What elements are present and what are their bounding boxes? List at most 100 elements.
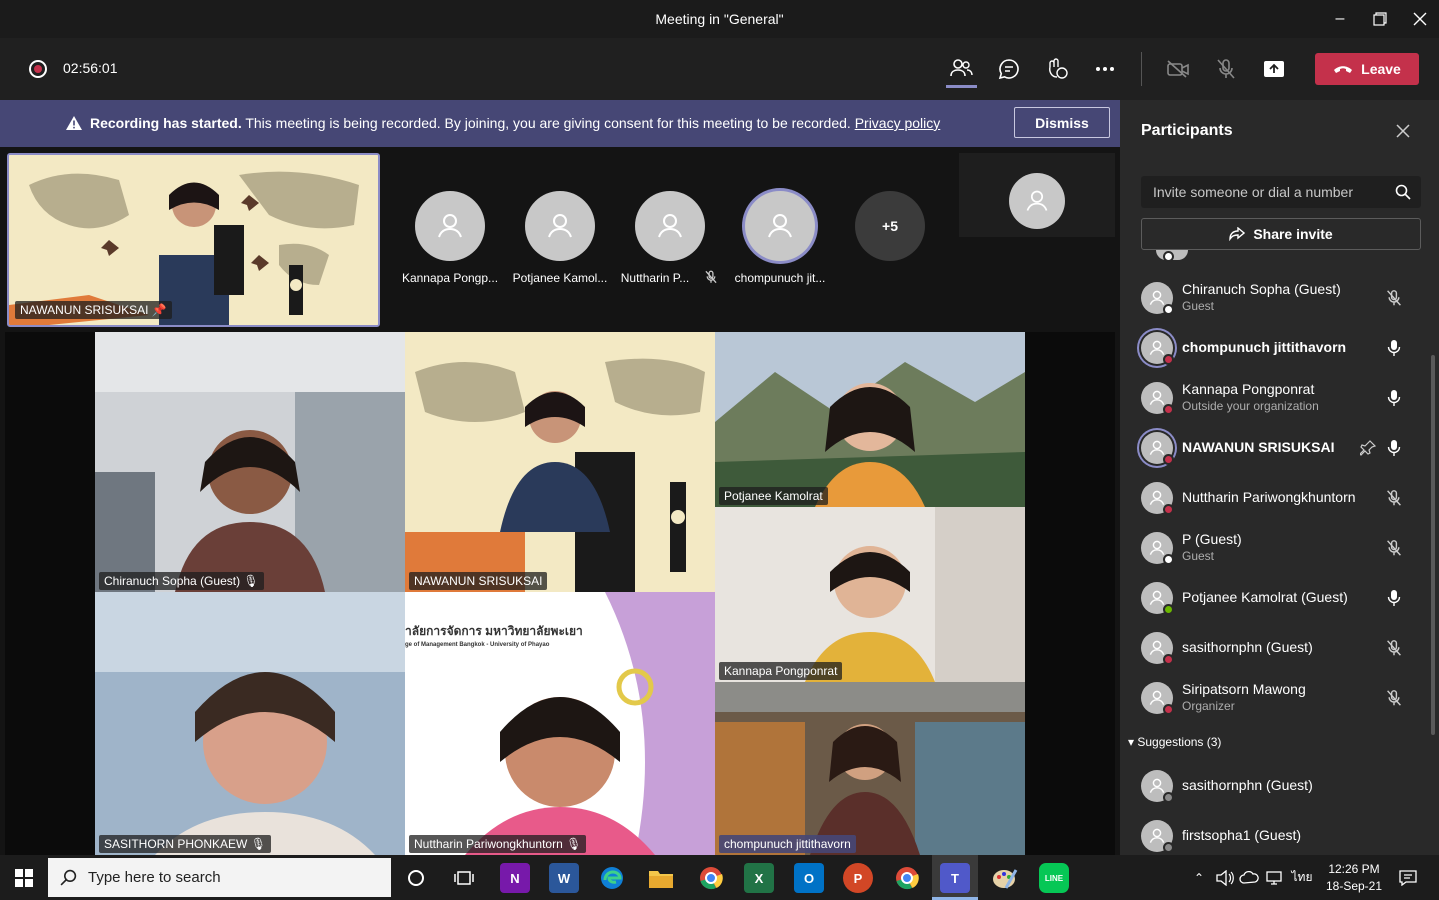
panel-scrollbar[interactable] <box>1431 355 1435 735</box>
network-icon[interactable] <box>1263 855 1285 900</box>
tile-name: chompunuch jittithavorn <box>724 837 851 851</box>
participant-row[interactable]: Kannapa Pongponrat Outside your organizat… <box>1120 376 1420 420</box>
restore-icon[interactable] <box>1360 0 1400 38</box>
panel-title: Participants <box>1141 122 1233 139</box>
mic-icon[interactable] <box>1384 438 1404 458</box>
teams-icon[interactable]: T <box>940 863 970 893</box>
participant-avatar[interactable] <box>525 191 595 261</box>
participant-avatar[interactable] <box>415 191 485 261</box>
video-tile[interactable]: NAWANUN SRISUKSAI <box>405 332 715 592</box>
clock[interactable]: 12:26 PM 18-Sep-21 <box>1318 861 1390 895</box>
leave-button[interactable]: Leave <box>1315 53 1419 85</box>
video-feed <box>715 332 1025 507</box>
privacy-policy-link[interactable]: Privacy policy <box>855 115 941 131</box>
paint-icon[interactable] <box>990 863 1020 893</box>
participant-row[interactable]: chompunuch jittithavorn <box>1120 326 1420 370</box>
video-grid: Chiranuch Sopha (Guest) 🎙 SASITHORN PHON… <box>5 332 1115 855</box>
participant-row[interactable]: sasithornphn (Guest) <box>1120 626 1420 670</box>
onedrive-icon[interactable] <box>1238 855 1260 900</box>
reactions-icon[interactable] <box>1042 54 1072 84</box>
person-icon <box>658 214 682 238</box>
participant-row[interactable]: NAWANUN SRISUKSAI <box>1120 426 1420 470</box>
mic-off-icon[interactable] <box>1211 54 1241 84</box>
mic-muted-icon[interactable] <box>1384 638 1404 658</box>
tile-banner-en: ge of Management Bangkok - University of… <box>405 642 550 648</box>
camera-off-icon[interactable] <box>1163 54 1193 84</box>
presence-dot <box>1163 454 1174 465</box>
video-tile[interactable]: SASITHORN PHONKAEW 🎙 <box>95 592 405 855</box>
presence-dot <box>1163 554 1174 565</box>
participant-row[interactable]: Potjanee Kamolrat (Guest) <box>1120 576 1420 620</box>
video-feed <box>95 332 405 592</box>
self-avatar <box>1009 173 1065 229</box>
presence-dot <box>1163 504 1174 515</box>
mic-icon[interactable] <box>1384 388 1404 408</box>
mic-icon[interactable] <box>1384 588 1404 608</box>
share-invite-button[interactable]: Share invite <box>1141 218 1421 250</box>
suggestion-row[interactable]: sasithornphn (Guest) <box>1120 764 1420 808</box>
mic-muted-icon[interactable] <box>1384 538 1404 558</box>
participant-row[interactable]: Siripatsorn Mawong Organizer <box>1120 676 1420 720</box>
word-icon[interactable]: W <box>549 863 579 893</box>
more-participants-button[interactable]: +5 <box>855 191 925 261</box>
dismiss-button[interactable]: Dismiss <box>1014 107 1110 138</box>
powerpoint-icon[interactable]: P <box>843 863 873 893</box>
more-options-icon[interactable] <box>1090 54 1120 84</box>
mic-muted-icon[interactable] <box>1384 688 1404 708</box>
video-tile[interactable]: Potjanee Kamolrat <box>715 332 1025 507</box>
video-tile[interactable]: าลัยการจัดการ มหาวิทยาลัยพะเยา ge of Man… <box>405 592 715 855</box>
presence-dot <box>1163 404 1174 415</box>
close-window-icon[interactable] <box>1400 0 1439 38</box>
participant-row[interactable]: Nuttharin Pariwongkhuntorn <box>1120 476 1420 520</box>
invite-input[interactable]: Invite someone or dial a number <box>1141 176 1421 208</box>
volume-icon[interactable] <box>1214 855 1236 900</box>
video-tile[interactable]: Chiranuch Sopha (Guest) 🎙 <box>95 332 405 592</box>
warning-icon <box>66 116 82 130</box>
mic-muted-icon[interactable] <box>1384 288 1404 308</box>
participant-name: chompunuch jittithavorn <box>1182 339 1347 355</box>
notifications-icon[interactable] <box>1396 855 1420 900</box>
close-panel-icon[interactable] <box>1392 120 1414 142</box>
mic-muted-icon[interactable] <box>1384 488 1404 508</box>
participant-avatar[interactable] <box>635 191 705 261</box>
edge-icon[interactable] <box>597 863 627 893</box>
chat-icon[interactable] <box>994 54 1024 84</box>
pinned-name: NAWANUN SRISUKSAI <box>20 303 149 317</box>
pinned-video-tile[interactable]: NAWANUN SRISUKSAI 📌 <box>7 153 380 327</box>
taskbar-search-box[interactable]: Type here to search <box>48 858 391 897</box>
participant-avatar-speaking[interactable] <box>745 191 815 261</box>
video-tile[interactable]: chompunuch jittithavorn <box>715 682 1025 855</box>
mic-icon[interactable] <box>1384 338 1404 358</box>
recording-banner: Recording has started. This meeting is b… <box>0 100 1120 147</box>
suggestion-row[interactable]: firstsopha1 (Guest) <box>1120 814 1420 858</box>
start-button[interactable] <box>0 855 48 900</box>
participant-row[interactable]: Chiranuch Sopha (Guest) Guest <box>1120 276 1420 320</box>
presence-dot <box>1163 704 1174 715</box>
chrome-profile-icon[interactable] <box>892 863 922 893</box>
task-view-icon[interactable] <box>449 863 479 893</box>
language-indicator[interactable]: ไทย <box>1290 855 1314 900</box>
windows-logo-icon <box>15 868 33 887</box>
suggestion-name: firstsopha1 (Guest) <box>1182 827 1302 843</box>
participant-role: Guest <box>1182 299 1215 313</box>
line-icon[interactable]: LINE <box>1039 863 1069 893</box>
cortana-icon[interactable] <box>401 863 431 893</box>
pin-icon[interactable] <box>1358 438 1378 458</box>
participant-role: Outside your organization <box>1182 399 1319 413</box>
chevron-up-icon[interactable]: ⌃ <box>1190 855 1208 900</box>
share-screen-icon[interactable] <box>1259 54 1289 84</box>
participants-icon[interactable] <box>946 54 976 84</box>
chrome-icon[interactable] <box>696 863 726 893</box>
outlook-icon[interactable]: O <box>794 863 824 893</box>
minimize-icon[interactable]: – <box>1320 0 1360 38</box>
excel-icon[interactable]: X <box>744 863 774 893</box>
clock-time: 12:26 PM <box>1328 862 1380 876</box>
file-explorer-icon[interactable] <box>646 863 676 893</box>
suggestions-header[interactable]: ▾ Suggestions (3) <box>1128 735 1221 749</box>
meeting-toolbar: 02:56:01 Leave <box>0 38 1439 100</box>
onenote-icon[interactable]: N <box>500 863 530 893</box>
search-icon[interactable] <box>1395 184 1411 200</box>
video-tile[interactable]: Kannapa Pongponrat <box>715 507 1025 682</box>
avatar-label: Potjanee Kamol... <box>512 271 608 285</box>
participant-row[interactable]: P (Guest) Guest <box>1120 526 1420 570</box>
